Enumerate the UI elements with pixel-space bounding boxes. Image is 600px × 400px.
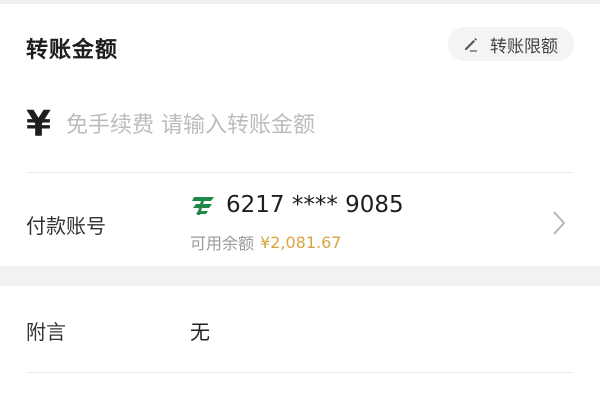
card-number: 6217 **** 9085 <box>226 192 404 218</box>
divider <box>26 172 574 173</box>
amount-row: ¥ <box>26 102 546 148</box>
remark-card: 附言 无 <box>0 286 600 400</box>
bank-card-info: 6217 **** 9085 可用余额 ¥2,081.67 <box>190 190 404 254</box>
transfer-limit-button[interactable]: 转账限额 <box>448 27 574 61</box>
transfer-amount-title: 转账金额 <box>26 38 119 63</box>
remark-label: 附言 <box>26 320 66 344</box>
pencil-icon <box>465 38 477 52</box>
payer-account-label: 付款账号 <box>26 214 106 238</box>
transfer-card: 转账金额 转账限额 ¥ 付款账号 6217 **** 9085 <box>0 4 600 266</box>
balance-label: 可用余额 <box>190 234 255 253</box>
amount-input[interactable] <box>66 105 546 145</box>
transfer-limit-label: 转账限额 <box>490 36 558 57</box>
balance-value: ¥2,081.67 <box>260 232 342 252</box>
currency-symbol: ¥ <box>26 104 52 145</box>
divider <box>26 372 574 373</box>
postal-savings-bank-logo-icon <box>192 197 214 215</box>
remark-input[interactable]: 无 <box>190 316 210 345</box>
chevron-right-icon <box>553 211 566 235</box>
payer-account-row[interactable]: 付款账号 6217 **** 9085 可用余额 ¥2,081.67 <box>0 174 600 266</box>
